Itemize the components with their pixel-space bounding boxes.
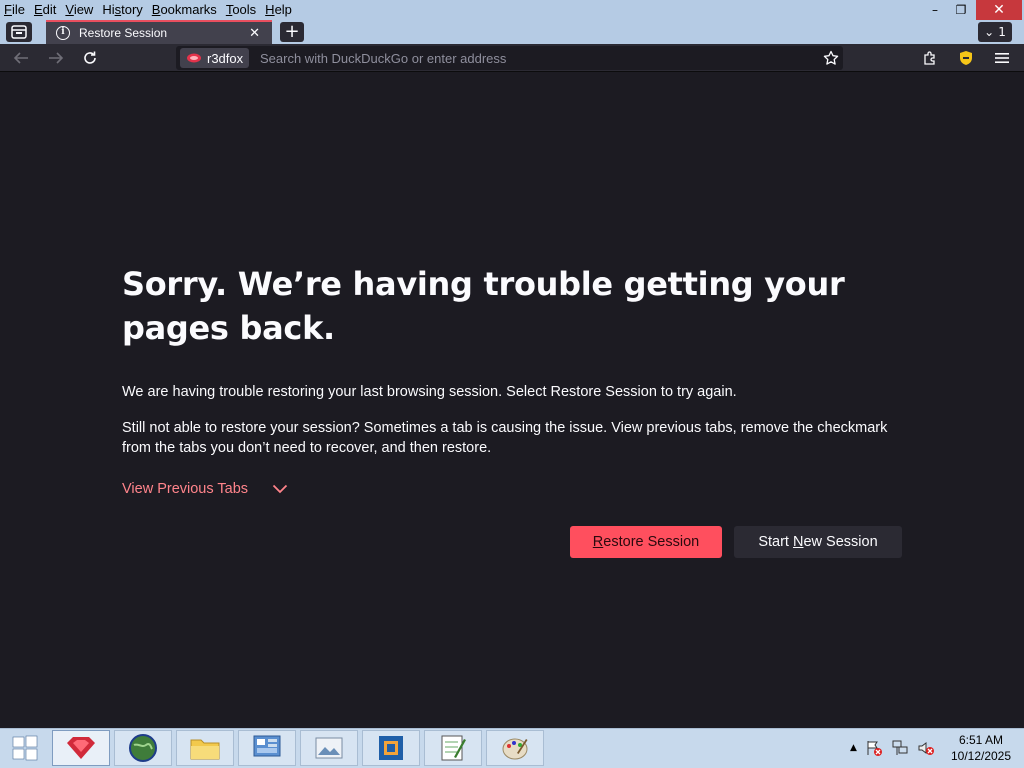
address-input[interactable] — [258, 48, 798, 68]
tab-count: 1 — [998, 25, 1006, 39]
firefox-view-icon — [11, 25, 27, 39]
arrow-left-icon — [13, 52, 28, 64]
puzzle-icon — [924, 51, 935, 65]
forward-button[interactable] — [45, 48, 67, 68]
start-new-session-button[interactable]: Start New Session — [734, 526, 902, 558]
plus-icon: + — [284, 21, 300, 42]
taskbar-virtualbox[interactable] — [362, 730, 420, 766]
notepad-icon — [441, 735, 466, 761]
taskbar-r3dfox[interactable] — [52, 730, 110, 766]
menu-file[interactable]: File — [4, 0, 25, 20]
image-viewer-icon — [315, 737, 343, 759]
globe-icon — [129, 734, 157, 762]
identity-box[interactable]: r3dfox — [180, 48, 250, 68]
arrow-right-icon — [49, 52, 64, 64]
ublock-button[interactable] — [955, 48, 977, 68]
menu-edit[interactable]: Edit — [34, 0, 56, 20]
back-button[interactable] — [10, 48, 32, 68]
volume-muted-icon[interactable] — [917, 739, 935, 757]
new-tab-button[interactable]: + — [280, 22, 304, 42]
menu-tools[interactable]: Tools — [226, 0, 256, 20]
chevron-down-icon — [272, 484, 288, 494]
taskbar-image-viewer[interactable] — [300, 730, 358, 766]
star-icon — [823, 50, 839, 65]
list-all-tabs-button[interactable]: ⌄ 1 — [978, 22, 1012, 42]
paint-palette-icon — [502, 738, 528, 760]
start-button[interactable] — [6, 732, 44, 764]
identity-label: r3dfox — [207, 50, 244, 66]
system-tray: ▲ — [850, 736, 935, 760]
shield-icon — [960, 51, 972, 65]
windows-logo-icon — [12, 735, 38, 761]
app-menu-button[interactable] — [991, 48, 1013, 68]
menu-help[interactable]: Help — [265, 0, 292, 20]
view-previous-tabs-toggle[interactable]: View Previous Tabs — [122, 479, 288, 499]
taskbar-browser-globe[interactable] — [114, 730, 172, 766]
r3dfox-logo-icon — [187, 53, 201, 63]
tab-close-icon[interactable]: ✕ — [249, 26, 260, 41]
network-icon[interactable] — [891, 739, 909, 757]
extensions-button[interactable] — [919, 48, 941, 68]
r3dfox-app-icon — [67, 737, 95, 759]
clock-date: 10/12/2025 — [950, 749, 1012, 763]
bookmark-star-button[interactable] — [820, 48, 842, 68]
tab-restore-session[interactable]: i Restore Session ✕ — [46, 20, 272, 44]
menu-bar: File Edit View History Bookmarks Tools H… — [4, 0, 292, 20]
taskbar-control-panel[interactable] — [238, 730, 296, 766]
firefox-view-button[interactable] — [6, 22, 32, 42]
control-panel-icon — [253, 735, 281, 757]
taskbar-clock[interactable]: 6:51 AM 10/12/2025 — [946, 732, 1016, 764]
tab-title: Restore Session — [79, 26, 168, 40]
virtualbox-icon — [379, 736, 403, 760]
chevron-down-icon: ⌄ — [984, 25, 995, 39]
show-hidden-icons-icon[interactable]: ▲ — [850, 743, 857, 753]
page-title: Sorry. We’re having trouble getting your… — [122, 265, 845, 347]
reload-icon — [84, 51, 96, 64]
restore-window-button[interactable]: ❐ — [946, 0, 976, 20]
close-window-button[interactable]: ✕ — [976, 0, 1022, 20]
reload-button[interactable] — [79, 48, 101, 68]
action-center-flag-icon[interactable] — [865, 739, 883, 757]
hamburger-menu-icon — [995, 53, 1009, 63]
taskbar-notepad[interactable] — [424, 730, 482, 766]
taskbar-file-explorer[interactable] — [176, 730, 234, 766]
folder-icon — [190, 739, 220, 760]
view-previous-tabs-label: View Previous Tabs — [122, 481, 249, 497]
info-icon: i — [56, 26, 70, 40]
restore-session-button[interactable]: Restore Session — [570, 526, 722, 558]
menu-bookmarks[interactable]: Bookmarks — [152, 0, 217, 20]
taskbar-paint[interactable] — [486, 730, 544, 766]
intro-text: We are having trouble restoring your las… — [122, 384, 737, 400]
menu-view[interactable]: View — [65, 0, 93, 20]
clock-time: 6:51 AM — [958, 733, 1004, 747]
help-text: Still not able to restore your session? … — [122, 420, 888, 456]
menu-history[interactable]: History — [102, 0, 142, 20]
